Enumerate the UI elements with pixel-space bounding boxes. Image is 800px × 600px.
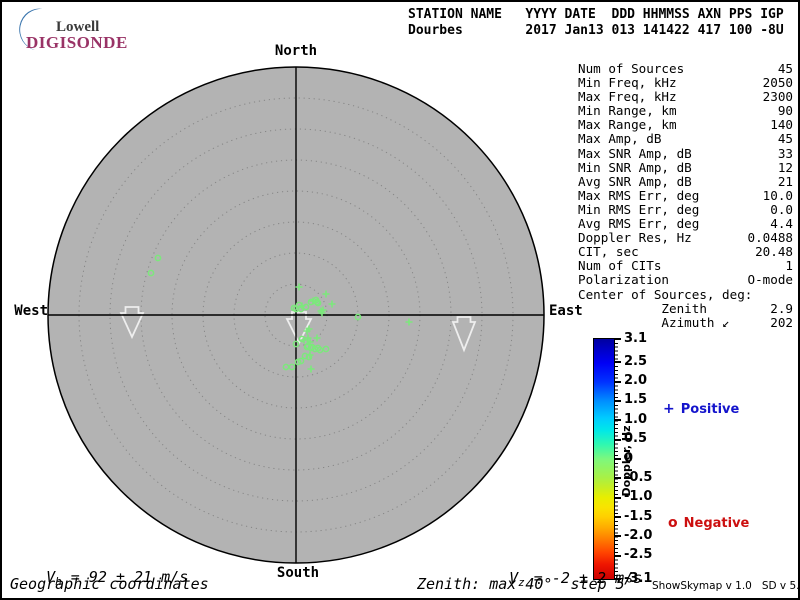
- parameter-label: Azimuth ↙: [578, 314, 730, 330]
- parameter-row: Max Freq, kHz 2300: [578, 90, 793, 104]
- parameter-row: CIT, sec 20.48: [578, 245, 793, 259]
- parameter-row: Avg SNR Amp, dB 21: [578, 173, 793, 189]
- parameters-panel: Num of Sources 45 Min Freq, kHz 2050 Max Fre…: [578, 61, 793, 330]
- parameter-label: Doppler Res, Hz: [578, 230, 692, 246]
- parameter-value: O-mode: [747, 272, 794, 288]
- parameter-label: Max Amp, dB: [578, 131, 662, 147]
- coordinate-system-label: Geographic coordinates: [10, 575, 209, 593]
- negative-marker-icon: o: [668, 515, 678, 531]
- parameter-row: Max RMS Err, deg 10.0: [578, 187, 793, 203]
- doppler-axis-label: Doppler, Hz: [620, 425, 633, 497]
- doppler-colorbar: [593, 338, 615, 580]
- legend-negative: o Negative: [668, 515, 749, 531]
- parameter-value: 45: [777, 131, 793, 147]
- parameter-value: 10.0: [762, 187, 793, 203]
- negative-label: Negative: [683, 516, 750, 531]
- parameter-label: CIT, sec: [578, 244, 639, 260]
- positive-marker-icon: +: [663, 401, 675, 417]
- compass-north-label: North: [274, 43, 318, 59]
- parameter-label: Max RMS Err, deg: [578, 187, 700, 203]
- parameter-value: 202: [770, 314, 793, 330]
- zenith-scale-note: Zenith: max 40° step 5°: [417, 575, 634, 593]
- parameter-value: 2050: [762, 75, 793, 91]
- parameter-row: Min RMS Err, deg 0.0: [578, 201, 793, 217]
- lowell-digisonde-logo: Lowell DIGISONDE: [8, 4, 148, 52]
- colorbar-tick: [615, 338, 621, 340]
- parameter-label: Zenith: [578, 300, 707, 316]
- parameter-label: Num of Sources: [578, 61, 685, 76]
- parameter-value: 140: [770, 117, 793, 133]
- parameter-label: Min Range, km: [578, 103, 677, 119]
- parameter-row: Min Range, km 90: [578, 104, 793, 118]
- compass-south-label: South: [276, 565, 320, 581]
- parameter-value: 1: [785, 258, 793, 274]
- header-column-titles: STATION NAME YYYY DATE DDD HHMMSS AXN PP…: [408, 7, 784, 22]
- parameter-label: Center of Sources, deg:: [578, 286, 753, 302]
- parameter-value: 33: [777, 145, 793, 161]
- parameter-value: 2.9: [770, 300, 793, 316]
- parameter-row: Min Freq, kHz 2050: [578, 75, 793, 91]
- parameter-label: Avg SNR Amp, dB: [578, 173, 692, 189]
- parameter-label: Avg RMS Err, deg: [578, 216, 700, 232]
- parameter-row: Doppler Res, Hz 0.0488: [578, 231, 793, 245]
- parameter-label: Max SNR Amp, dB: [578, 145, 692, 161]
- parameter-value: 21: [777, 173, 793, 189]
- parameter-value: 4.4: [770, 216, 793, 232]
- parameter-label: Min SNR Amp, dB: [578, 159, 692, 175]
- parameter-value: 0.0488: [747, 230, 794, 246]
- parameter-label: Min RMS Err, deg: [578, 201, 700, 217]
- colorbar-tick-label: 2.5: [624, 353, 648, 369]
- parameter-value: 12: [777, 159, 793, 175]
- showskymap-window: Lowell DIGISONDE STATION NAME YYYY DATE …: [0, 0, 800, 600]
- header-station-values: Dourbes 2017 Jan13 013 141422 417 100 -8…: [408, 23, 784, 38]
- parameter-row: Zenith 2.9: [578, 300, 793, 316]
- legend-positive: + Positive: [663, 401, 739, 417]
- parameter-row: Min SNR Amp, dB 12: [578, 159, 793, 175]
- parameter-value: 90: [777, 103, 793, 119]
- parameter-row: Polarization O-mode: [578, 273, 793, 287]
- colorbar-tick-label: 3.1: [624, 330, 648, 346]
- parameter-label: Num of CITs: [578, 258, 662, 274]
- parameter-label: Max Range, km: [578, 117, 677, 133]
- positive-label: Positive: [680, 402, 740, 417]
- compass-west-label: West: [14, 303, 48, 319]
- logo-digisonde-text: DIGISONDE: [26, 33, 128, 52]
- parameter-row: Center of Sources, deg:: [578, 286, 793, 302]
- parameter-value: 2300: [762, 89, 793, 105]
- parameter-row: Num of CITs 1: [578, 259, 793, 273]
- parameter-row: Max Range, km 140: [578, 118, 793, 132]
- parameter-row: Avg RMS Err, deg 4.4: [578, 216, 793, 232]
- parameter-row: Max SNR Amp, dB 33: [578, 145, 793, 161]
- parameter-label: Polarization: [578, 272, 669, 288]
- parameter-row: Max Amp, dB 45: [578, 132, 793, 146]
- parameter-value: 0.0: [770, 201, 793, 217]
- parameter-value: 20.48: [755, 244, 793, 260]
- parameter-row: Num of Sources 45: [578, 61, 793, 76]
- parameter-label: Min Freq, kHz: [578, 75, 677, 91]
- parameter-label: Max Freq, kHz: [578, 89, 677, 105]
- colorbar-tick: [615, 361, 621, 364]
- parameter-value: 45: [777, 61, 793, 76]
- parameter-row: Azimuth ↙ 202: [578, 314, 793, 330]
- version-label: ShowSkymap v 1.0 SD v 5.1: [652, 580, 800, 592]
